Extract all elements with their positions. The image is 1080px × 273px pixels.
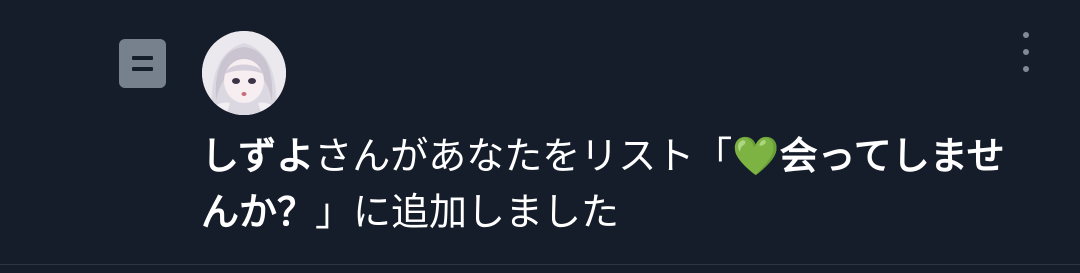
message-text-2: に追加しました	[353, 190, 620, 234]
list-open-bracket: 「	[694, 134, 733, 178]
list-close-bracket: 」	[315, 190, 354, 234]
user-name[interactable]: しずよ	[201, 134, 314, 178]
notification-message: しずよさんがあなたをリスト「💚会ってしませんか？」に追加しました	[201, 128, 1021, 240]
list-icon-bar-top	[132, 56, 153, 60]
list-icon-bar-bottom	[132, 67, 153, 71]
list-icon	[119, 39, 166, 88]
message-text-1: さんがあなたをリスト	[314, 134, 695, 178]
notification-item[interactable]: しずよさんがあなたをリスト「💚会ってしませんか？」に追加しました	[0, 0, 1080, 264]
more-vertical-icon	[1023, 32, 1029, 38]
more-options-button[interactable]	[1014, 32, 1038, 72]
avatar-image	[202, 31, 286, 115]
next-item-edge	[0, 265, 1080, 273]
avatar[interactable]	[202, 31, 286, 115]
green-heart-icon: 💚	[732, 134, 780, 178]
